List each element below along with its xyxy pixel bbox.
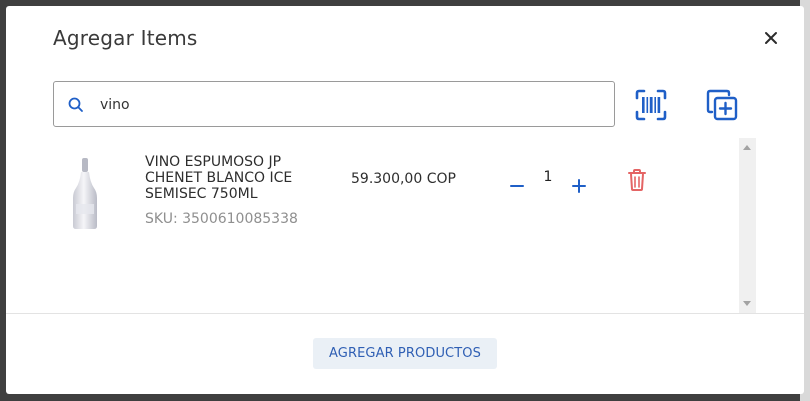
add-products-button[interactable]: AGREGAR PRODUCTOS <box>313 338 497 369</box>
add-multiple-button[interactable] <box>705 88 739 122</box>
footer-divider <box>6 313 804 314</box>
scan-barcode-button[interactable] <box>634 88 668 122</box>
product-price: 59.300,00 COP <box>351 171 456 187</box>
modal-title: Agregar Items <box>53 26 198 50</box>
trash-icon <box>628 169 646 191</box>
items-list: VINO ESPUMOSO JP CHENET BLANCO ICE SEMIS… <box>6 138 758 313</box>
search-input[interactable] <box>98 92 602 118</box>
product-image <box>73 158 97 229</box>
list-scrollbar[interactable] <box>739 138 756 313</box>
decrease-quantity-button[interactable] <box>509 178 525 194</box>
quantity-value: 1 <box>543 169 553 185</box>
close-icon <box>765 32 777 44</box>
search-icon <box>68 97 83 112</box>
product-name: VINO ESPUMOSO JP CHENET BLANCO ICE SEMIS… <box>145 154 293 202</box>
delete-item-button[interactable] <box>627 168 647 192</box>
barcode-scan-icon <box>635 89 667 121</box>
scroll-down-icon[interactable] <box>743 301 751 306</box>
close-button[interactable] <box>761 28 781 48</box>
scroll-up-icon[interactable] <box>743 145 751 150</box>
product-sku: SKU: 3500610085338 <box>145 211 298 227</box>
minus-icon <box>510 185 524 187</box>
increase-quantity-button[interactable] <box>571 178 587 194</box>
search-box <box>53 81 615 127</box>
add-items-modal: Agregar Items vino VINO ESPUMOSO JP CHEN… <box>6 6 804 394</box>
plus-icon <box>572 179 586 193</box>
add-copy-icon <box>706 89 738 121</box>
